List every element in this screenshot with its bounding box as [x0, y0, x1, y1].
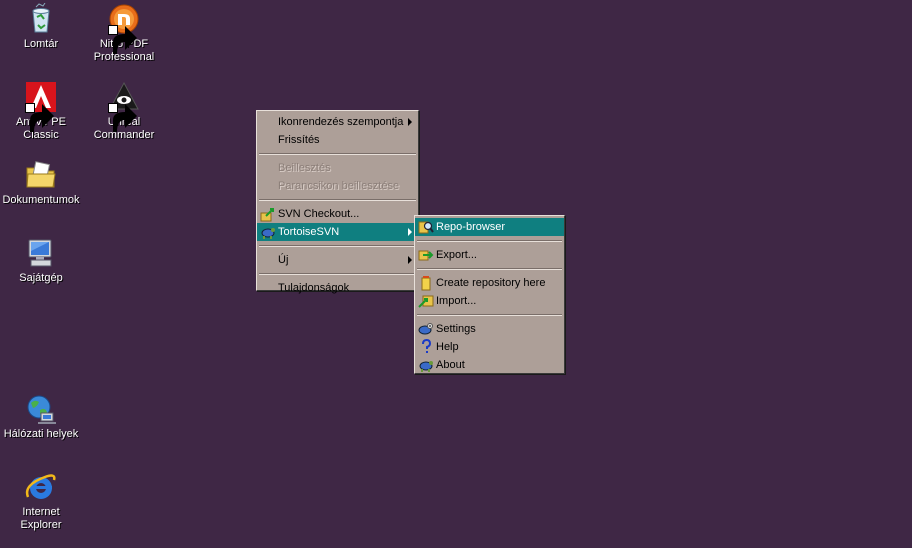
settings-icon [418, 321, 434, 337]
menu-separator [417, 314, 562, 316]
about-icon [418, 357, 434, 373]
menu-item-label: Create repository here [436, 277, 546, 289]
desktop-icon-antivir[interactable]: AntiVir PE Classic [1, 81, 81, 142]
desktop-icon-recycle-bin[interactable]: Lomtár [1, 3, 81, 51]
menu-item-label: Új [278, 254, 289, 266]
menu-item-label: Settings [436, 323, 476, 335]
menu-item-label: Repo-browser [436, 221, 506, 233]
import-icon [418, 293, 434, 309]
menu-item-label: SVN Checkout... [278, 208, 360, 220]
nitro-pdf-icon [108, 3, 140, 54]
menu-item-repo-browser[interactable]: Repo-browser [415, 218, 564, 236]
shortcut-arrow-icon [25, 103, 54, 132]
tortoisesvn-submenu: Repo-browser Export... Create repository… [414, 215, 565, 374]
help-icon [418, 339, 434, 355]
menu-item-refresh[interactable]: Frissítés [257, 131, 418, 149]
desktop-icon-nitro-pdf[interactable]: Nitro PDF Professional [84, 3, 164, 64]
desktop-icon-internet-explorer[interactable]: Internet Explorer [1, 471, 81, 532]
menu-item-label: Frissítés [278, 134, 320, 146]
desktop-icon-my-computer[interactable]: Sajátgép [1, 237, 81, 285]
menu-item-svn-checkout[interactable]: SVN Checkout... [257, 205, 418, 223]
menu-item-label: Tulajdonságok [278, 282, 350, 294]
desktop-icon-label: Hálózati helyek [3, 428, 79, 440]
desktop-icon-unreal-commander[interactable]: Unreal Commander [84, 81, 164, 142]
menu-item-paste: Beillesztés [257, 159, 418, 177]
menu-item-label: About [436, 359, 465, 371]
desktop-icon-label: Lomtár [23, 38, 59, 50]
menu-item-label: Beillesztés [278, 162, 331, 174]
menu-item-import[interactable]: Import... [415, 292, 564, 310]
tortoisesvn-icon [260, 224, 276, 240]
menu-item-label: Export... [436, 249, 477, 261]
menu-item-label: Ikonrendezés szempontja [278, 116, 404, 128]
menu-item-create-repository[interactable]: Create repository here [415, 274, 564, 292]
menu-separator [417, 240, 562, 242]
shortcut-arrow-icon [108, 103, 137, 132]
menu-item-arrange-icons[interactable]: Ikonrendezés szempontja [257, 113, 418, 131]
shortcut-arrow-icon [108, 25, 137, 54]
submenu-arrow-icon [408, 256, 412, 264]
desktop-context-menu: Ikonrendezés szempontja Frissítés Beille… [256, 110, 419, 294]
desktop-icon-label: Dokumentumok [2, 194, 80, 206]
desktop-icon-label: Internet Explorer [20, 506, 62, 531]
menu-item-new[interactable]: Új [257, 251, 418, 269]
menu-item-label: TortoiseSVN [278, 226, 340, 238]
desktop-icon-network-places[interactable]: Hálózati helyek [1, 393, 81, 441]
menu-item-label: Import... [436, 295, 477, 307]
internet-explorer-icon [25, 471, 57, 503]
menu-separator [259, 245, 416, 247]
network-places-icon [25, 393, 57, 425]
menu-item-tortoisesvn[interactable]: TortoiseSVN [257, 223, 418, 241]
antivir-icon [25, 81, 57, 132]
submenu-arrow-icon [408, 118, 412, 126]
menu-item-help[interactable]: Help [415, 338, 564, 356]
repo-browser-icon [418, 219, 434, 235]
menu-separator [259, 153, 416, 155]
my-computer-icon [25, 237, 57, 269]
menu-item-settings[interactable]: Settings [415, 320, 564, 338]
folder-documents-icon [25, 159, 57, 191]
menu-item-about[interactable]: About [415, 356, 564, 374]
create-repository-icon [418, 275, 434, 291]
desktop-icon-label: Sajátgép [19, 272, 63, 284]
unreal-commander-icon [108, 81, 140, 132]
menu-item-label: Help [436, 341, 459, 353]
menu-separator [259, 273, 416, 275]
menu-item-label: Parancsikon beillesztése [278, 180, 400, 192]
menu-item-properties[interactable]: Tulajdonságok [257, 279, 418, 297]
desktop-icon-documents[interactable]: Dokumentumok [1, 159, 81, 207]
menu-item-paste-shortcut: Parancsikon beillesztése [257, 177, 418, 195]
menu-separator [259, 199, 416, 201]
export-icon [418, 247, 434, 263]
recycle-bin-icon [25, 3, 57, 35]
menu-item-export[interactable]: Export... [415, 246, 564, 264]
svn-checkout-icon [260, 206, 276, 222]
menu-separator [417, 268, 562, 270]
submenu-arrow-icon [408, 228, 412, 236]
